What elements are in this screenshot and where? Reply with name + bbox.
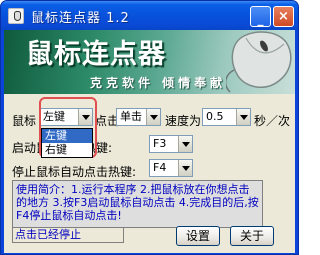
start-hotkey-select[interactable]: F3: [149, 135, 193, 153]
app-window: 鼠标连点器 1.2 _ × 鼠标连点器 克克软件 倾情奉献 鼠标 左键 点击 单…: [0, 0, 299, 255]
speed-label: 速度为: [165, 114, 202, 128]
stop-hotkey-select[interactable]: F4: [149, 159, 193, 177]
minimize-button[interactable]: _: [250, 6, 271, 27]
client-area: 鼠标连点器 克克软件 倾情奉献 鼠标 左键 点击 单击 速度为 0.5 秒／次 …: [4, 30, 295, 253]
chevron-down-icon[interactable]: [178, 160, 192, 176]
window-title: 鼠标连点器 1.2: [31, 11, 130, 26]
settings-button[interactable]: 设置: [176, 226, 220, 246]
start-hotkey-value: F3: [153, 137, 167, 150]
mouse-label: 鼠标: [12, 114, 37, 128]
dropdown-option-right[interactable]: 右键: [42, 143, 92, 157]
close-button[interactable]: ×: [273, 6, 294, 27]
mouse-app-icon: [8, 8, 24, 24]
dropdown-option-left[interactable]: 左键: [42, 129, 92, 143]
stop-hotkey-row: 停止鼠标自动点击热键: F4: [4, 159, 295, 181]
banner-subtitle: 克克软件 倾情奉献: [90, 76, 227, 90]
stop-hotkey-label: 停止鼠标自动点击热键:: [12, 165, 137, 179]
help-text: 使用简介：1.运行本程序 2.把鼠标放在你想点击的地方 3.按F3启动鼠标自动点…: [12, 180, 263, 228]
speed-unit: 秒／次: [254, 114, 291, 128]
mouse-button-dropdown[interactable]: 左键 右键: [41, 128, 93, 158]
computer-mouse-icon: [226, 31, 292, 93]
click-type-value: 单击: [120, 110, 142, 123]
stop-hotkey-value: F4: [153, 161, 167, 174]
chevron-down-icon[interactable]: [146, 109, 160, 125]
banner: 鼠标连点器 克克软件 倾情奉献: [4, 30, 295, 94]
title-bar[interactable]: 鼠标连点器 1.2 _ ×: [1, 1, 298, 30]
status-bar: 点击已经停止: [12, 227, 124, 243]
chevron-down-icon[interactable]: [236, 109, 250, 125]
speed-value: 0.5: [206, 110, 224, 123]
about-button[interactable]: 关于: [230, 226, 274, 246]
click-type-select[interactable]: 单击: [116, 108, 161, 126]
banner-title: 鼠标连点器: [26, 39, 166, 70]
chevron-down-icon[interactable]: [178, 136, 192, 152]
speed-select[interactable]: 0.5: [202, 108, 251, 126]
